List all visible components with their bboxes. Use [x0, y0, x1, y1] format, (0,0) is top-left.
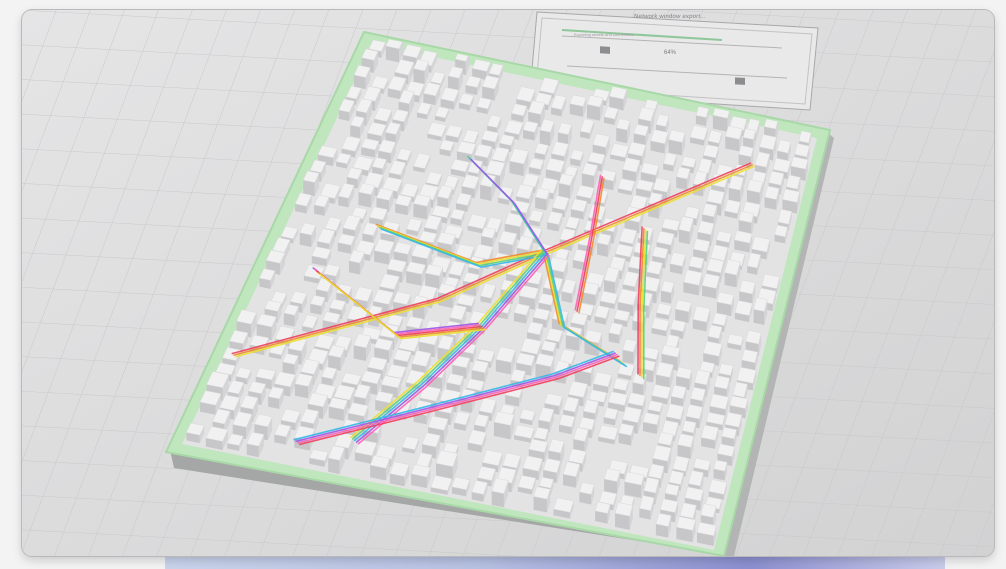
- city-model-scene: [22, 10, 994, 556]
- building-roof: [657, 431, 674, 446]
- building-roof: [603, 407, 619, 420]
- building-roof: [701, 273, 720, 289]
- building-roof: [664, 483, 680, 496]
- building-roof: [759, 134, 777, 151]
- building-roof: [655, 512, 672, 527]
- building-roof: [700, 503, 717, 518]
- building-roof: [742, 128, 756, 140]
- building-side: [753, 309, 765, 325]
- building-side: [539, 130, 551, 147]
- building-roof: [713, 459, 728, 472]
- export-panel-text: Network window export... Exporting stree…: [534, 10, 816, 110]
- building-roof: [734, 300, 753, 316]
- building-roof: [738, 279, 756, 295]
- building-roof: [683, 269, 703, 286]
- video-frame[interactable]: Network window export... Exporting stree…: [22, 10, 994, 556]
- building-side: [678, 229, 690, 245]
- building-roof: [713, 375, 731, 390]
- building-roof: [774, 224, 788, 238]
- building-roof: [697, 220, 715, 236]
- building-roof: [768, 170, 785, 186]
- building-side: [616, 127, 628, 144]
- building-roof: [724, 411, 743, 428]
- panel-progress-label: 64%: [664, 50, 677, 56]
- building-roof: [736, 366, 757, 384]
- building-side: [480, 184, 492, 201]
- building-roof: [538, 476, 554, 489]
- building-roof: [706, 258, 725, 274]
- building-side: [622, 349, 634, 365]
- panel-title: Network window export...: [633, 14, 707, 20]
- building-roof: [618, 423, 635, 436]
- building-roof: [612, 377, 629, 391]
- building-roof: [724, 199, 741, 214]
- building-roof: [706, 188, 725, 205]
- building-roof: [764, 185, 780, 200]
- building-roof: [688, 255, 705, 269]
- building-roof: [712, 312, 728, 327]
- building-roof: [718, 363, 734, 376]
- building-roof: [794, 143, 810, 158]
- building-roof: [751, 236, 771, 253]
- building-roof: [592, 371, 613, 388]
- panel-subtitle: Exporting streets and connections: [574, 32, 635, 37]
- building-roof: [677, 433, 695, 448]
- building-roof: [684, 206, 700, 220]
- building-side: [491, 491, 504, 508]
- building-roof: [579, 481, 595, 495]
- building-side: [328, 458, 340, 475]
- building-roof: [617, 362, 635, 377]
- building-roof: [681, 420, 697, 434]
- building-side: [413, 68, 425, 85]
- building-roof: [685, 404, 703, 420]
- building-roof: [746, 179, 763, 193]
- building-roof: [745, 330, 762, 345]
- building-roof: [741, 349, 759, 364]
- building-roof: [603, 468, 621, 482]
- building-roof: [700, 424, 719, 441]
